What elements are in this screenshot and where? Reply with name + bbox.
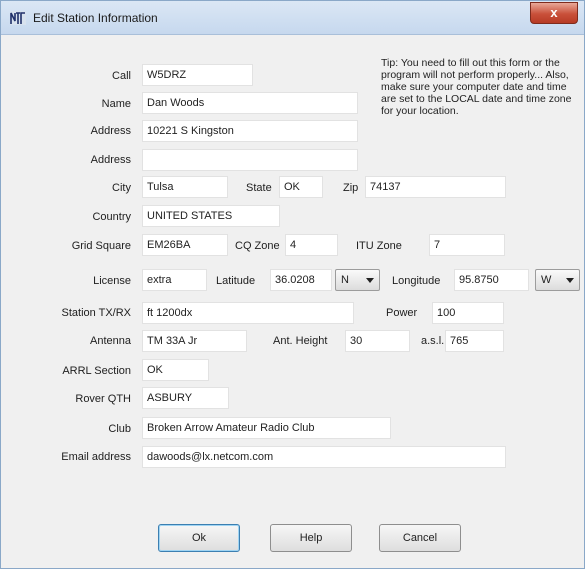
tip-text: Tip: You need to fill out this form or t… bbox=[381, 57, 572, 117]
itu-zone-field[interactable]: 7 bbox=[429, 234, 505, 256]
email-field[interactable]: dawoods@lx.netcom.com bbox=[142, 446, 506, 468]
arrl-section-field[interactable]: OK bbox=[142, 359, 209, 381]
call-field[interactable]: W5DRZ bbox=[142, 64, 253, 86]
license-label: License bbox=[93, 275, 131, 287]
grid-square-field[interactable]: EM26BA bbox=[142, 234, 228, 256]
station-txrx-label: Station TX/RX bbox=[61, 307, 132, 319]
rover-qth-field[interactable]: ASBURY bbox=[142, 387, 229, 409]
name-label: Name bbox=[101, 98, 131, 110]
country-field[interactable]: UNITED STATES bbox=[142, 205, 280, 227]
address1-label: Address bbox=[90, 125, 131, 137]
latitude-direction-select[interactable]: N bbox=[335, 269, 380, 291]
rover-qth-label: Rover QTH bbox=[75, 393, 131, 405]
call-label: Call bbox=[112, 70, 131, 82]
cancel-button[interactable]: Cancel bbox=[379, 524, 461, 552]
title-bar[interactable]: Edit Station Information x bbox=[1, 1, 584, 35]
ant-height-field[interactable]: 30 bbox=[345, 330, 410, 352]
address2-label: Address bbox=[90, 154, 131, 166]
help-button[interactable]: Help bbox=[270, 524, 352, 552]
chevron-down-icon bbox=[566, 278, 574, 283]
asl-field[interactable]: 765 bbox=[445, 330, 504, 352]
cq-zone-field[interactable]: 4 bbox=[285, 234, 338, 256]
cq-zone-label: CQ Zone bbox=[235, 240, 280, 252]
license-field[interactable]: extra bbox=[142, 269, 207, 291]
ant-height-label: Ant. Height bbox=[273, 335, 328, 347]
ok-button[interactable]: Ok bbox=[158, 524, 240, 552]
form-area: Tip: You need to fill out this form or t… bbox=[8, 35, 580, 562]
edit-station-dialog: Edit Station Information x Tip: You need… bbox=[0, 0, 585, 569]
address2-field[interactable] bbox=[142, 149, 358, 171]
latitude-label: Latitude bbox=[216, 275, 256, 287]
longitude-direction-select[interactable]: W bbox=[535, 269, 580, 291]
city-label: City bbox=[112, 182, 131, 194]
window-title: Edit Station Information bbox=[33, 11, 158, 25]
latitude-direction-value: N bbox=[341, 274, 349, 286]
antenna-label: Antenna bbox=[90, 335, 131, 347]
longitude-direction-value: W bbox=[541, 274, 552, 286]
longitude-field[interactable]: 95.8750 bbox=[454, 269, 529, 291]
itu-zone-label: ITU Zone bbox=[356, 240, 402, 252]
antenna-field[interactable]: TM 33A Jr bbox=[142, 330, 247, 352]
power-field[interactable]: 100 bbox=[432, 302, 504, 324]
latitude-field[interactable]: 36.0208 bbox=[270, 269, 332, 291]
station-txrx-field[interactable]: ft 1200dx bbox=[142, 302, 354, 324]
chevron-down-icon bbox=[366, 278, 374, 283]
club-label: Club bbox=[108, 423, 131, 435]
longitude-label: Longitude bbox=[392, 275, 441, 287]
club-field[interactable]: Broken Arrow Amateur Radio Club bbox=[142, 417, 391, 439]
arrl-section-label: ARRL Section bbox=[62, 365, 131, 377]
email-label: Email address bbox=[61, 451, 131, 463]
state-label: State bbox=[246, 182, 272, 194]
zip-field[interactable]: 74137 bbox=[365, 176, 506, 198]
asl-label: a.s.l. bbox=[421, 335, 445, 347]
name-field[interactable]: Dan Woods bbox=[142, 92, 358, 114]
zip-label: Zip bbox=[343, 182, 359, 194]
address1-field[interactable]: 10221 S Kingston bbox=[142, 120, 358, 142]
country-label: Country bbox=[92, 211, 131, 223]
city-field[interactable]: Tulsa bbox=[142, 176, 228, 198]
grid-square-label: Grid Square bbox=[71, 240, 131, 252]
close-icon: x bbox=[550, 5, 558, 20]
power-label: Power bbox=[386, 307, 418, 319]
station-app-icon bbox=[10, 11, 26, 25]
state-field[interactable]: OK bbox=[279, 176, 323, 198]
close-button[interactable]: x bbox=[530, 2, 578, 24]
